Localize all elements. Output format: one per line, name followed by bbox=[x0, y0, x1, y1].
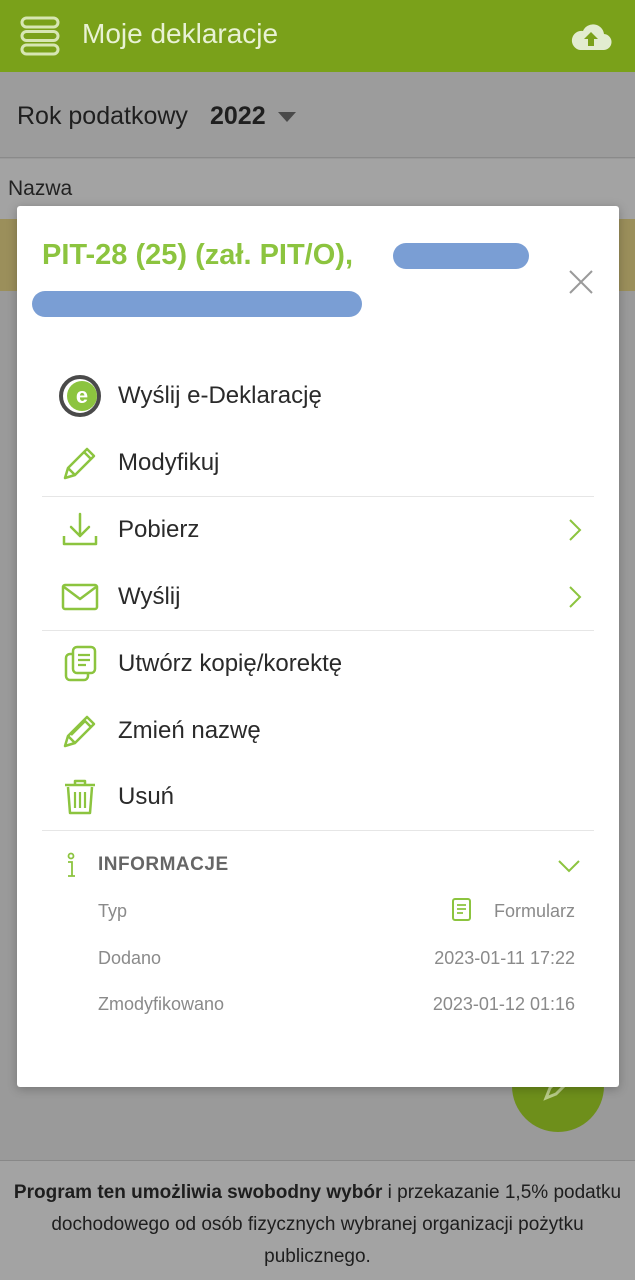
chevron-down-icon bbox=[558, 860, 580, 873]
info-key: Dodano bbox=[98, 948, 162, 968]
close-icon bbox=[569, 270, 593, 294]
action-label: Pobierz bbox=[118, 516, 200, 543]
action-delete[interactable]: Usuń bbox=[42, 764, 602, 830]
app-title: Moje deklaracje bbox=[82, 18, 279, 49]
action-rename[interactable]: Zmień nazwę bbox=[42, 698, 602, 764]
copy-icon bbox=[64, 645, 97, 682]
info-row-modified: Zmodyfikowano 2023-01-12 01:16 bbox=[98, 990, 575, 1020]
cloud-sync-button[interactable] bbox=[567, 14, 615, 58]
info-row-type: Typ Formularz bbox=[98, 897, 575, 927]
column-name-header: Nazwa bbox=[8, 177, 73, 200]
e-declaration-icon: e bbox=[59, 375, 101, 417]
hamburger-icon bbox=[20, 16, 60, 56]
declaration-actions-dialog: PIT-28 (25) (zał. PIT/O), e Wyślij e-Dek… bbox=[17, 206, 619, 1087]
info-value: Formularz bbox=[493, 901, 575, 921]
info-section-title: INFORMACJE bbox=[98, 854, 229, 875]
menu-button[interactable] bbox=[16, 12, 64, 60]
chevron-right-icon bbox=[569, 586, 582, 608]
info-key: Typ bbox=[98, 901, 128, 921]
rename-icon bbox=[63, 715, 96, 748]
chevron-right-icon bbox=[569, 519, 582, 541]
dropdown-caret-icon bbox=[278, 112, 296, 122]
dialog-title: PIT-28 (25) (zał. PIT/O), bbox=[42, 239, 354, 271]
trash-icon bbox=[65, 779, 95, 815]
action-send[interactable]: Wyślij bbox=[42, 564, 602, 630]
tax-year-label: Rok podatkowy bbox=[17, 102, 188, 130]
info-value: 2023-01-12 01:16 bbox=[432, 994, 575, 1014]
action-label: Wyślij e-Deklarację bbox=[118, 382, 322, 409]
info-key: Zmodyfikowano bbox=[98, 994, 225, 1014]
action-label: Modyfikuj bbox=[118, 449, 220, 476]
download-icon bbox=[62, 512, 98, 546]
form-document-icon bbox=[452, 898, 471, 921]
info-section-toggle[interactable]: INFORMACJE bbox=[42, 846, 602, 886]
action-create-copy[interactable]: Utwórz kopię/korektę bbox=[42, 631, 602, 697]
svg-text:e: e bbox=[76, 383, 88, 408]
info-icon bbox=[67, 852, 75, 877]
tax-year-selector[interactable]: Rok podatkowy 2022 bbox=[0, 72, 635, 158]
action-label: Utwórz kopię/korektę bbox=[118, 650, 343, 677]
cloud-upload-icon bbox=[571, 24, 612, 51]
action-label: Wyślij bbox=[118, 583, 181, 610]
pencil-icon bbox=[63, 447, 96, 480]
action-send-e-declaration[interactable]: e Wyślij e-Deklarację bbox=[42, 363, 602, 429]
close-button[interactable] bbox=[565, 266, 597, 298]
info-row-added: Dodano 2023-01-11 17:22 bbox=[98, 944, 575, 974]
action-download[interactable]: Pobierz bbox=[42, 497, 602, 563]
info-value: 2023-01-11 17:22 bbox=[434, 948, 575, 968]
footer-bold-text: Program ten umożliwia swobodny wybór bbox=[13, 1182, 383, 1203]
action-modify[interactable]: Modyfikuj bbox=[42, 430, 602, 496]
redaction-bar bbox=[393, 243, 529, 269]
tax-year-value: 2022 bbox=[210, 102, 266, 130]
divider bbox=[42, 830, 594, 831]
footer-info: Program ten umożliwia swobodny wybór i p… bbox=[0, 1160, 635, 1280]
envelope-icon bbox=[61, 583, 99, 611]
redaction-bar bbox=[32, 291, 362, 317]
action-label: Zmień nazwę bbox=[118, 717, 261, 744]
top-app-bar: Moje deklaracje bbox=[0, 0, 635, 72]
action-label: Usuń bbox=[118, 783, 175, 810]
